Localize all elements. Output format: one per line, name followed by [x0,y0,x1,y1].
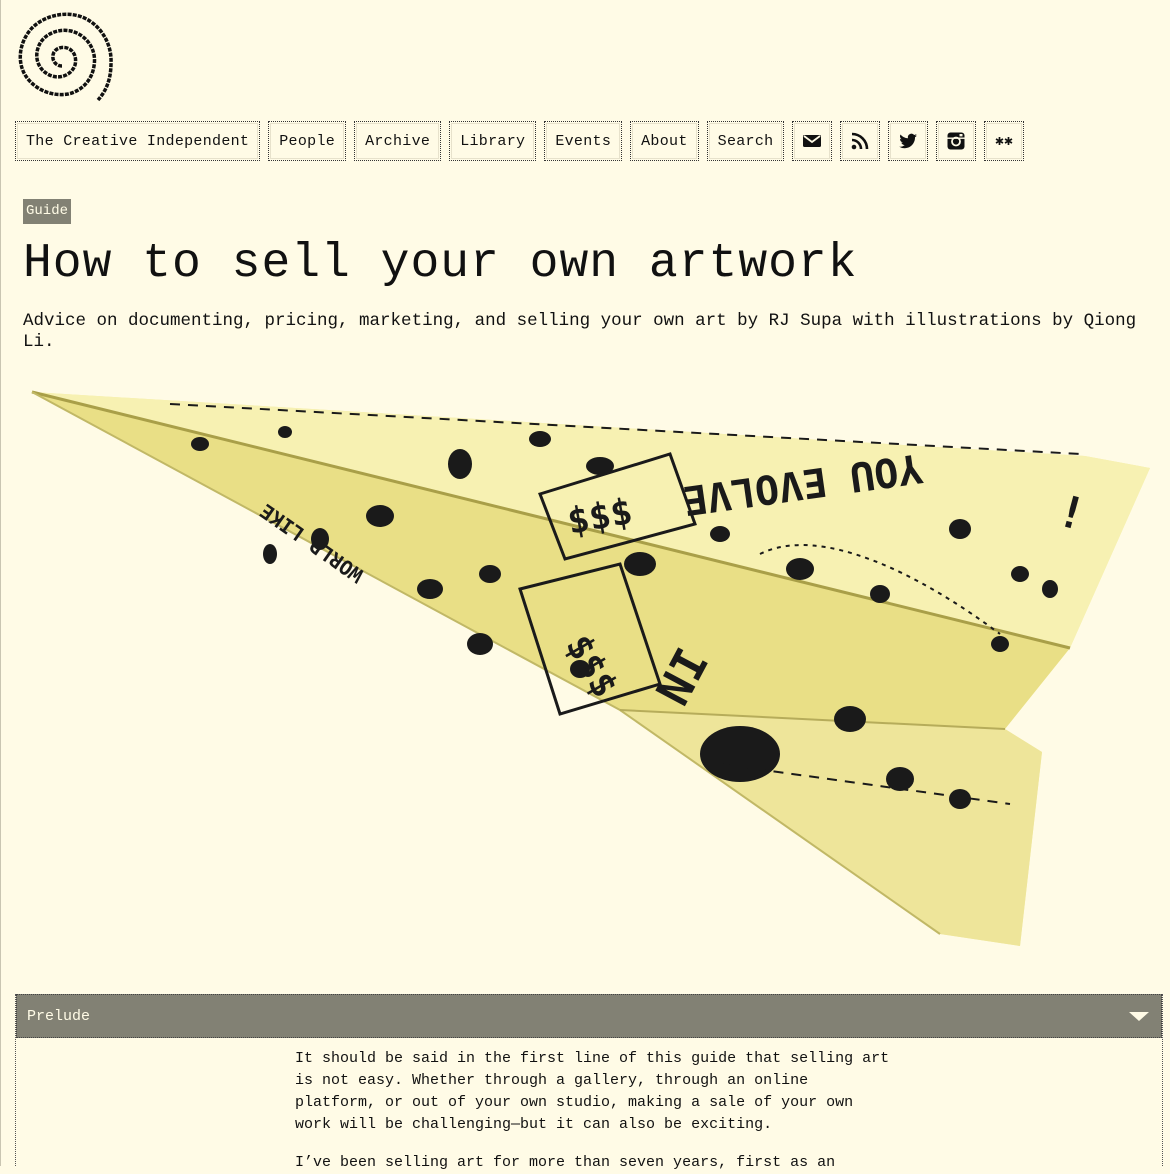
nav-people-link[interactable]: People [268,121,347,161]
page-subtitle: Advice on documenting, pricing, marketin… [23,311,1137,352]
nav-events-link[interactable]: Events [544,121,623,161]
paper-airplane-illustration: YOU EVOLVE IN WORLD LIKE $$$ $$$ ! [31,390,1150,946]
rss-icon [852,132,869,150]
prelude-toggle[interactable]: Prelude [16,994,1162,1038]
prelude-label: Prelude [27,1007,91,1025]
page-title: How to sell your own artwork [23,237,858,291]
prelude-paragraph: I’ve been selling art for more than seve… [295,1154,836,1171]
caret-down-icon [1129,1011,1149,1021]
nav-about-link[interactable]: About [630,121,699,161]
guide-tag[interactable]: Guide [23,199,72,224]
nav-home-link[interactable]: The Creative Independent [15,121,261,161]
rss-button[interactable] [840,121,881,161]
page-edge [0,0,1,1166]
twitter-icon [899,133,918,149]
prelude-paragraph: It should be said in the first line of t… [295,1050,890,1133]
nav-search-link[interactable]: Search [706,121,785,161]
nav-library-link[interactable]: Library [449,121,537,161]
mail-icon [803,135,822,147]
spiral-logo-icon[interactable] [12,8,116,104]
asterisks-button[interactable] [984,121,1025,161]
main-nav: The Creative Independent People Archive … [15,121,1025,161]
prelude-section: Prelude It should be said in the first l… [15,994,1163,1171]
asterisks-icon [996,137,1013,145]
instagram-icon [947,132,965,150]
nav-archive-link[interactable]: Archive [354,121,442,161]
twitter-button[interactable] [888,121,929,161]
prelude-body: It should be said in the first line of t… [295,1038,895,1174]
instagram-button[interactable] [936,121,977,161]
mail-button[interactable] [792,121,833,161]
